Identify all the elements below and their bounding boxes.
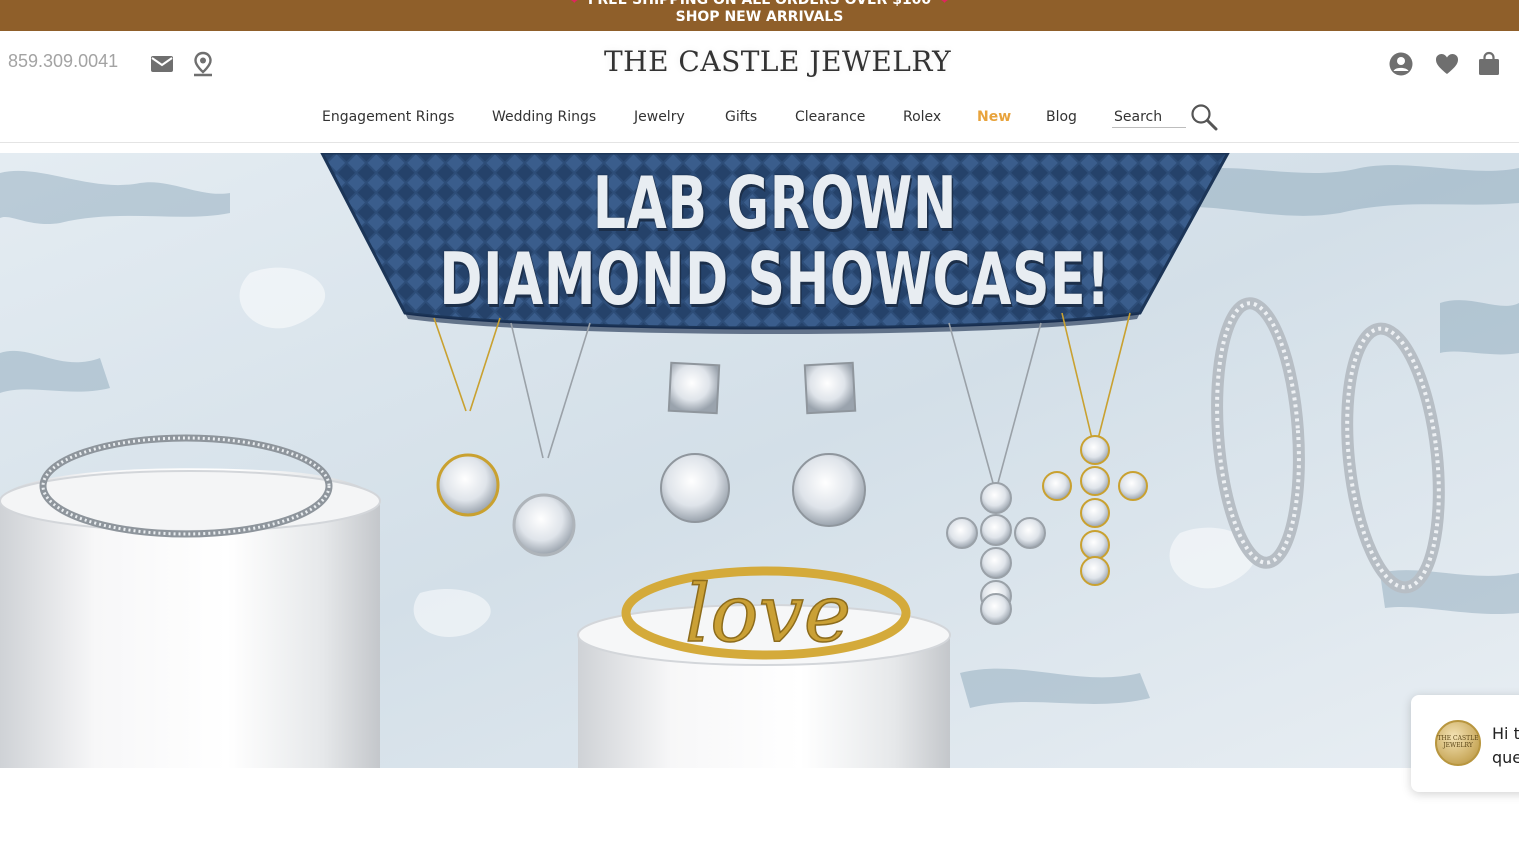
search-button[interactable] (1189, 102, 1219, 132)
nav-engagement-rings[interactable]: Engagement Rings (322, 109, 454, 125)
main-nav: Engagement Rings Wedding Rings Jewelry G… (0, 104, 1519, 131)
ring-script-text: love (685, 567, 851, 660)
chat-avatar-logo-text: THE CASTLE JEWELRY (1437, 735, 1479, 749)
site-logo[interactable]: THE CASTLE JEWELRY (604, 42, 951, 82)
nav-blog[interactable]: Blog (1046, 109, 1077, 125)
heart-right-icon: ❤ (939, 0, 951, 8)
search-icon (1191, 104, 1218, 131)
shop-new-arrivals-link[interactable]: SHOP NEW ARRIVALS (0, 8, 1519, 26)
chat-widget[interactable]: THE CASTLE JEWELRY Hi t que (1411, 695, 1519, 792)
chat-message: Hi t que (1492, 724, 1519, 767)
map-pin-icon[interactable] (190, 51, 216, 77)
hero-banner[interactable]: love LAB GROWN DIAMOND SHOWCASE! (0, 153, 1519, 768)
heart-icon[interactable] (1434, 51, 1460, 77)
shopping-bag-icon[interactable] (1476, 51, 1502, 77)
nav-rolex[interactable]: Rolex (903, 109, 941, 125)
ring-pedestal: love (577, 566, 951, 768)
bracelet-pedestal (0, 434, 381, 768)
hero-title-line1: LAB GROWN (592, 161, 958, 245)
hero-title-line2: DIAMOND SHOWCASE! (439, 237, 1111, 321)
promo-banner[interactable]: ❤ FREE SHIPPING ON ALL ORDERS OVER $100 ❤ … (0, 0, 1519, 31)
nav-new[interactable]: New (977, 109, 1011, 125)
site-header: 859.309.0041 THE CASTLE JEWELRY Engageme… (0, 31, 1519, 143)
nav-wedding-rings[interactable]: Wedding Rings (492, 109, 596, 125)
nav-gifts[interactable]: Gifts (725, 109, 757, 125)
mail-icon[interactable] (149, 51, 175, 77)
nav-clearance[interactable]: Clearance (795, 109, 865, 125)
search-input[interactable] (1112, 106, 1186, 128)
account-icon[interactable] (1388, 51, 1414, 77)
heart-left-icon: ❤ (568, 0, 580, 8)
chat-avatar: THE CASTLE JEWELRY (1435, 720, 1481, 766)
promo-shipping-text: FREE SHIPPING ON ALL ORDERS OVER $100 (587, 0, 932, 8)
phone-link[interactable]: 859.309.0041 (8, 51, 118, 72)
nav-jewelry[interactable]: Jewelry (634, 109, 685, 125)
